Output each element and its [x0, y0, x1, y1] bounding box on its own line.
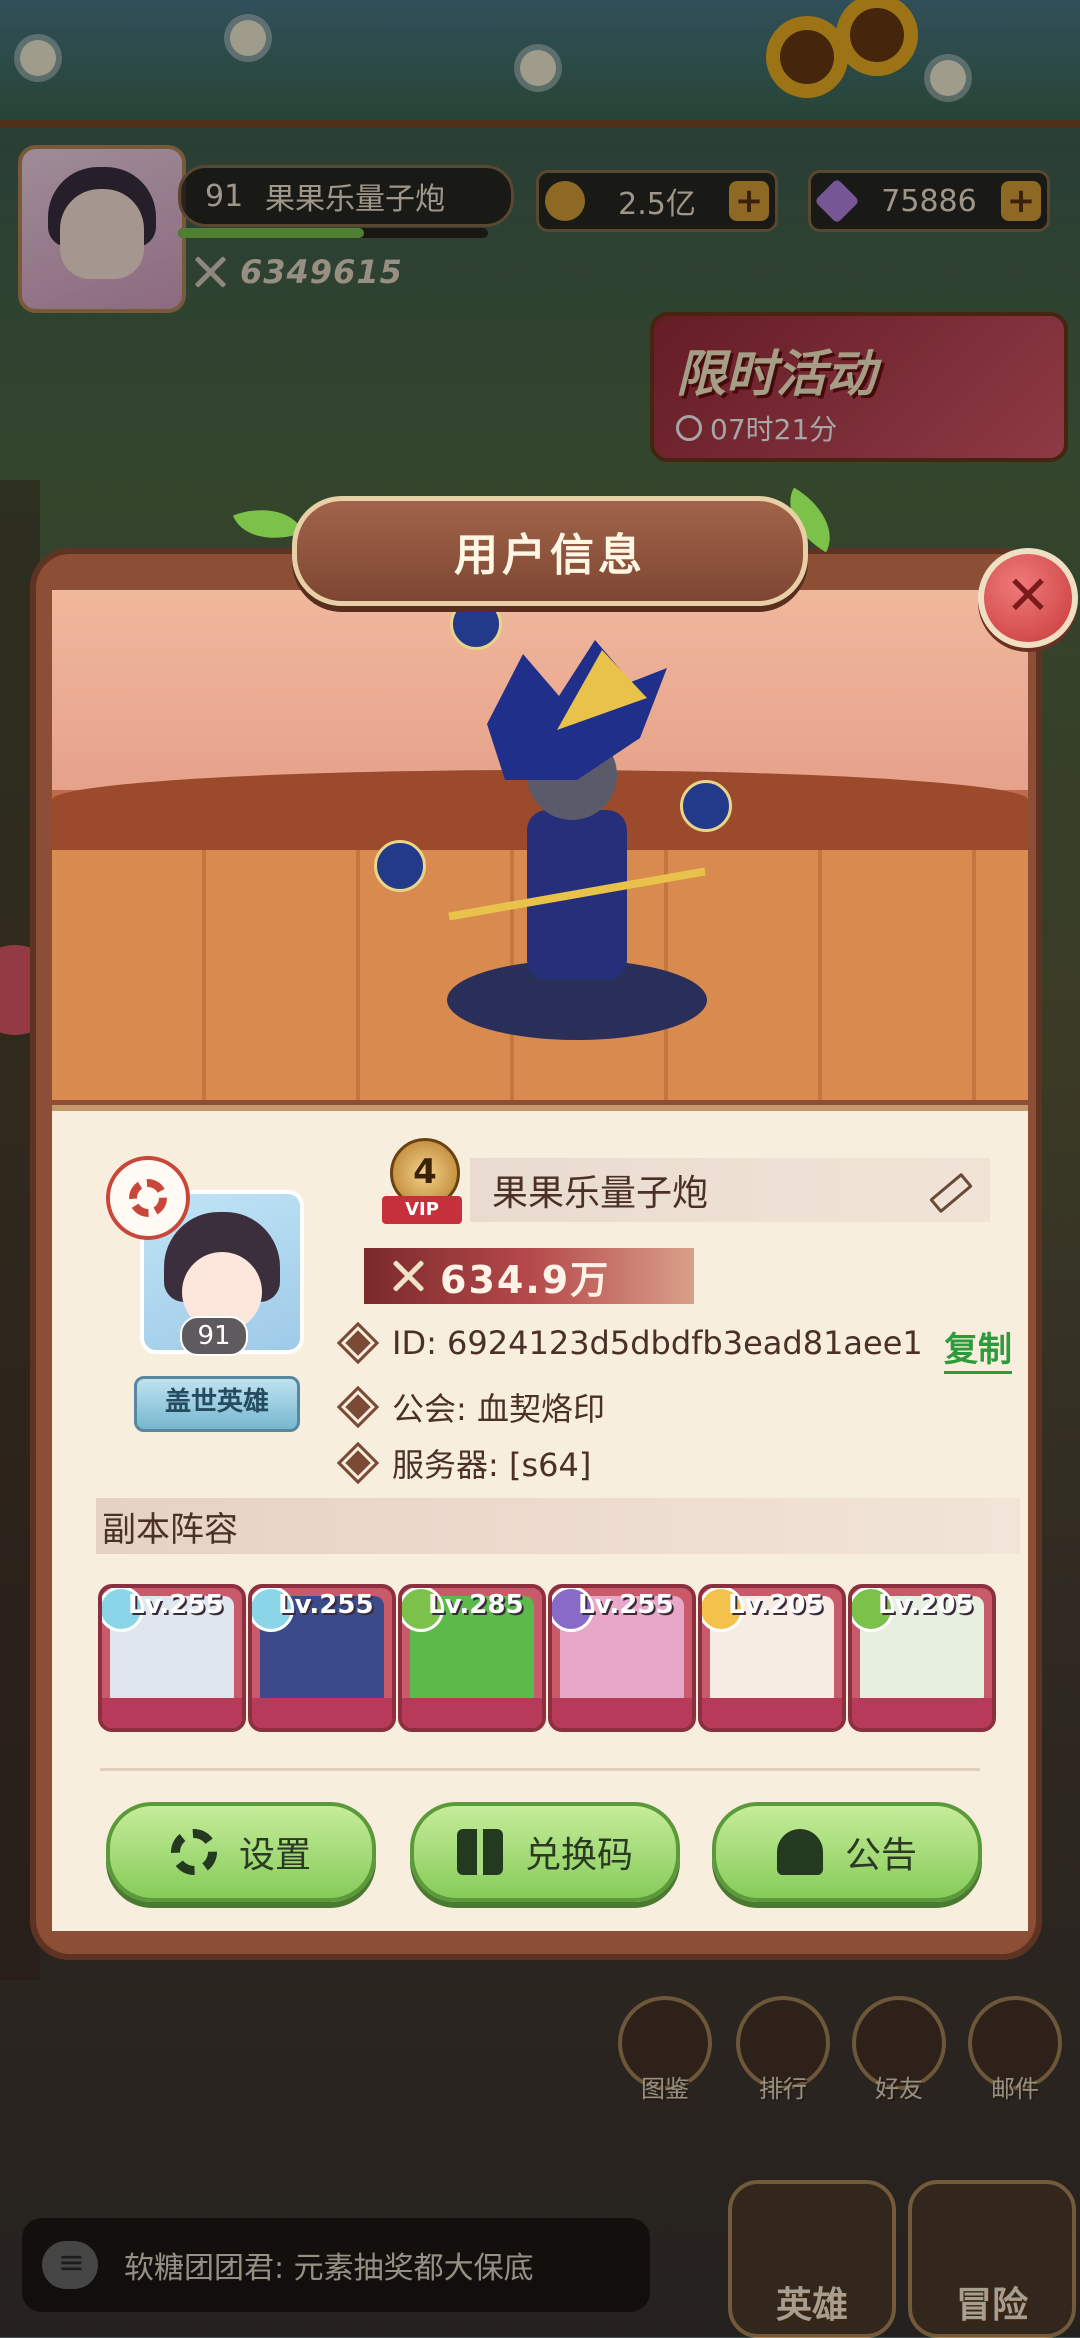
- hero-level: Lv.285: [428, 1590, 524, 1620]
- hero-level: Lv.255: [278, 1590, 374, 1620]
- hero-stars: [702, 1698, 842, 1728]
- crossed-swords-icon: [386, 1254, 430, 1298]
- hero-stars: [852, 1698, 992, 1728]
- hero-level: Lv.255: [578, 1590, 674, 1620]
- hero-showcase-scene: [52, 590, 1028, 1100]
- lineup-hero-card[interactable]: Lv.205: [698, 1584, 846, 1732]
- player-title-badge: 盖世英雄: [134, 1376, 300, 1432]
- vip-badge: 4 VIP: [382, 1138, 462, 1228]
- orb-decoration: [374, 840, 426, 892]
- notice-label: 公告: [844, 1835, 917, 1876]
- hero-stars: [552, 1698, 692, 1728]
- notice-button[interactable]: 公告: [712, 1802, 982, 1902]
- lineup-hero-card[interactable]: Lv.255: [248, 1584, 396, 1732]
- edit-name-icon[interactable]: [924, 1166, 968, 1210]
- settings-label: 设置: [238, 1835, 311, 1876]
- close-button[interactable]: ✕: [978, 548, 1078, 648]
- diamond-bullet-icon: [336, 1321, 380, 1365]
- gift-icon: [456, 1829, 503, 1875]
- settings-button[interactable]: 设置: [106, 1802, 376, 1902]
- guild-name: 公会: 血契烙印: [392, 1390, 605, 1428]
- hero-level: Lv.205: [728, 1590, 824, 1620]
- diamond-bullet-icon: [336, 1385, 380, 1429]
- profile-power-value: 634.9万: [440, 1257, 611, 1302]
- diamond-bullet-icon: [336, 1441, 380, 1485]
- avatar-settings-button[interactable]: [106, 1156, 190, 1240]
- server-name: 服务器: [s64]: [392, 1446, 592, 1484]
- hero-stars: [252, 1698, 392, 1728]
- lineup-hero-card[interactable]: Lv.255: [98, 1584, 246, 1732]
- profile-power-bar: 634.9万: [364, 1248, 694, 1304]
- hero-stars: [402, 1698, 542, 1728]
- lineup-section-title: 副本阵容: [96, 1498, 1020, 1554]
- showcased-hero: [447, 640, 707, 1040]
- hero-level: Lv.205: [878, 1590, 974, 1620]
- divider: [100, 1768, 980, 1771]
- player-id: ID: 6924123d5dbdfb3ead81aee1: [392, 1324, 923, 1362]
- gear-icon: [129, 1179, 167, 1217]
- lineup-hero-card[interactable]: Lv.285: [398, 1584, 546, 1732]
- redeem-code-label: 兑换码: [524, 1835, 633, 1876]
- vip-label: VIP: [382, 1196, 462, 1224]
- avatar-level-badge: 91: [180, 1316, 248, 1356]
- lineup-hero-card[interactable]: Lv.205: [848, 1584, 996, 1732]
- profile-name: 果果乐量子炮: [492, 1173, 709, 1214]
- server-line: 服务器: [s64]: [336, 1440, 592, 1486]
- copy-id-button[interactable]: 复制: [944, 1322, 1012, 1374]
- lineup-hero-card[interactable]: Lv.255: [548, 1584, 696, 1732]
- hero-stars: [102, 1698, 242, 1728]
- redeem-code-button[interactable]: 兑换码: [410, 1802, 680, 1902]
- modal-title: 用户信息: [292, 496, 808, 606]
- profile-name-bar: 果果乐量子炮: [470, 1158, 990, 1222]
- player-id-line: ID: 6924123d5dbdfb3ead81aee1: [336, 1321, 923, 1365]
- hero-level: Lv.255: [128, 1590, 224, 1620]
- guild-line: 公会: 血契烙印: [336, 1384, 605, 1430]
- gear-icon: [170, 1829, 217, 1875]
- bell-icon: [776, 1829, 823, 1875]
